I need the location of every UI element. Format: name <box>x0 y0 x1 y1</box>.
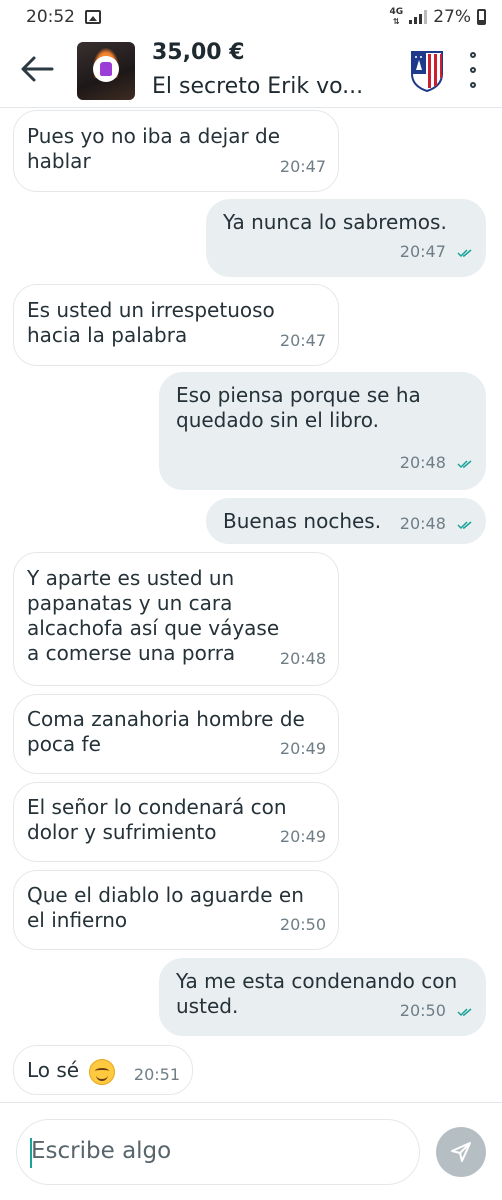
arrow-left-icon <box>21 56 54 82</box>
message-incoming[interactable]: Es usted un irrespetuoso hacia la palabr… <box>13 284 339 366</box>
text-cursor <box>30 1138 32 1168</box>
message-text: Ya nunca lo sabremos. <box>223 210 447 234</box>
smiling-face-icon <box>89 1058 116 1085</box>
send-icon <box>451 1142 471 1162</box>
status-bar: 20:52 4G ⇅ 27% <box>0 0 502 34</box>
message-text: Lo sé <box>27 1058 116 1085</box>
message-time: 20:47 <box>399 242 446 261</box>
gallery-notification-icon <box>85 10 101 24</box>
double-check-icon <box>457 459 472 468</box>
user-avatar[interactable] <box>410 50 444 93</box>
item-price[interactable]: 35,00 € <box>152 40 245 65</box>
item-title[interactable]: El secreto Erik vo... <box>152 74 363 99</box>
message-meta: 20:47 <box>400 239 473 264</box>
message-text-content: Lo sé <box>27 1058 80 1082</box>
battery-percent: 27% <box>433 7 471 27</box>
more-options-button[interactable] <box>466 52 480 88</box>
status-time: 20:52 <box>26 7 75 27</box>
message-time: 20:48 <box>279 649 326 668</box>
message-text: Buenas noches. <box>223 509 382 533</box>
message-incoming[interactable]: El señor lo condenará con dolor y sufrim… <box>13 782 339 862</box>
message-time: 20:49 <box>279 827 326 846</box>
message-time: 20:48 <box>399 453 446 472</box>
message-time: 20:47 <box>279 331 326 350</box>
message-time: 20:51 <box>133 1065 180 1084</box>
message-input[interactable]: Escribe algo <box>16 1119 420 1185</box>
message-input-placeholder: Escribe algo <box>31 1138 172 1164</box>
network-label: 4G <box>389 7 404 17</box>
message-time: 20:50 <box>399 1001 446 1020</box>
message-text: Eso piensa porque se ha quedado sin el l… <box>176 383 421 432</box>
message-incoming[interactable]: Coma zanahoria hombre de poca fe 20:49 <box>13 694 339 774</box>
message-text: Que el diablo lo aguarde en el infierno <box>27 883 304 932</box>
send-button[interactable] <box>436 1127 486 1177</box>
item-thumbnail[interactable] <box>77 42 135 100</box>
message-meta: 20:48 <box>400 450 473 475</box>
double-check-icon <box>457 520 472 529</box>
message-outgoing[interactable]: Buenas noches. 20:48 <box>206 498 486 544</box>
double-check-icon <box>457 248 472 257</box>
message-time: 20:47 <box>279 157 326 176</box>
message-time: 20:48 <box>399 514 446 533</box>
club-crest-icon <box>411 51 443 93</box>
message-text: Y aparte es usted un papanatas y un cara… <box>27 566 280 665</box>
message-incoming[interactable]: Que el diablo lo aguarde en el infierno … <box>13 870 339 950</box>
message-outgoing[interactable]: Eso piensa porque se ha quedado sin el l… <box>159 372 486 490</box>
network-4g-icon: 4G ⇅ <box>389 7 404 27</box>
message-incoming[interactable]: Pues yo no iba a dejar de hablar 20:47 <box>13 110 339 192</box>
message-time: 20:49 <box>279 739 326 758</box>
message-meta: 20:50 <box>400 998 473 1023</box>
message-incoming[interactable]: Lo sé 20:51 <box>13 1045 193 1095</box>
message-incoming[interactable]: Y aparte es usted un papanatas y un cara… <box>13 552 339 686</box>
message-time: 20:50 <box>279 915 326 934</box>
battery-icon <box>477 9 486 25</box>
chat-header: 35,00 € El secreto Erik vo... <box>0 34 502 108</box>
message-outgoing[interactable]: Ya nunca lo sabremos. 20:47 <box>206 199 486 277</box>
message-outgoing[interactable]: Ya me esta condenando con usted. 20:50 <box>159 958 486 1036</box>
double-check-icon <box>457 1007 472 1016</box>
back-button[interactable] <box>20 54 54 84</box>
message-meta: 20:48 <box>400 511 473 536</box>
signal-icon <box>409 10 428 24</box>
message-text: Coma zanahoria hombre de poca fe <box>27 707 305 756</box>
message-composer: Escribe algo <box>0 1102 502 1200</box>
